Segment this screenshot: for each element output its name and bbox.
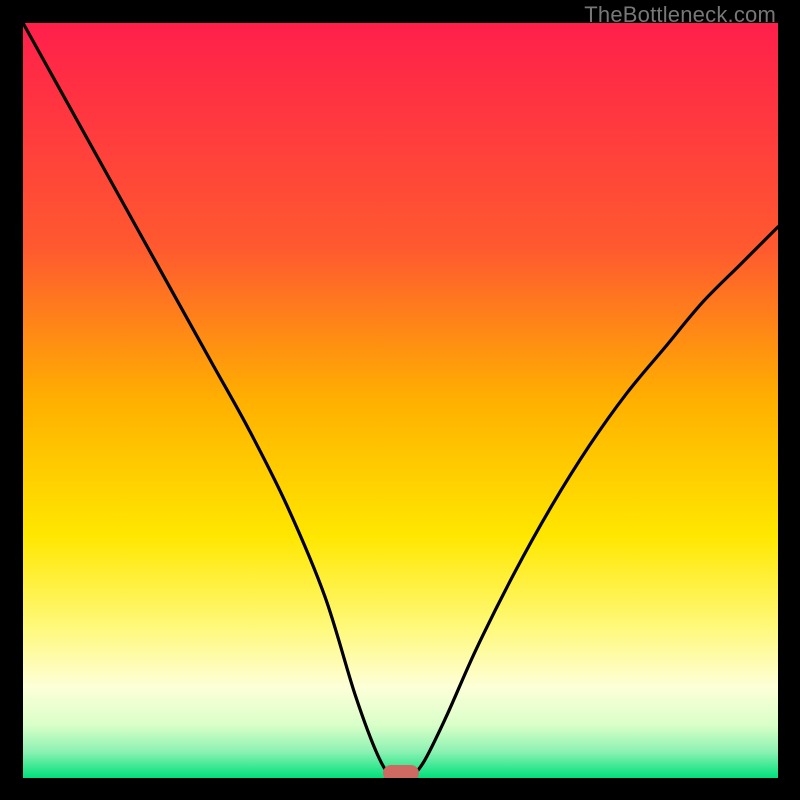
heat-gradient	[23, 23, 778, 778]
plot-area	[23, 23, 778, 778]
optimal-marker	[383, 765, 419, 778]
watermark-text: TheBottleneck.com	[584, 2, 776, 28]
chart-frame: TheBottleneck.com	[0, 0, 800, 800]
